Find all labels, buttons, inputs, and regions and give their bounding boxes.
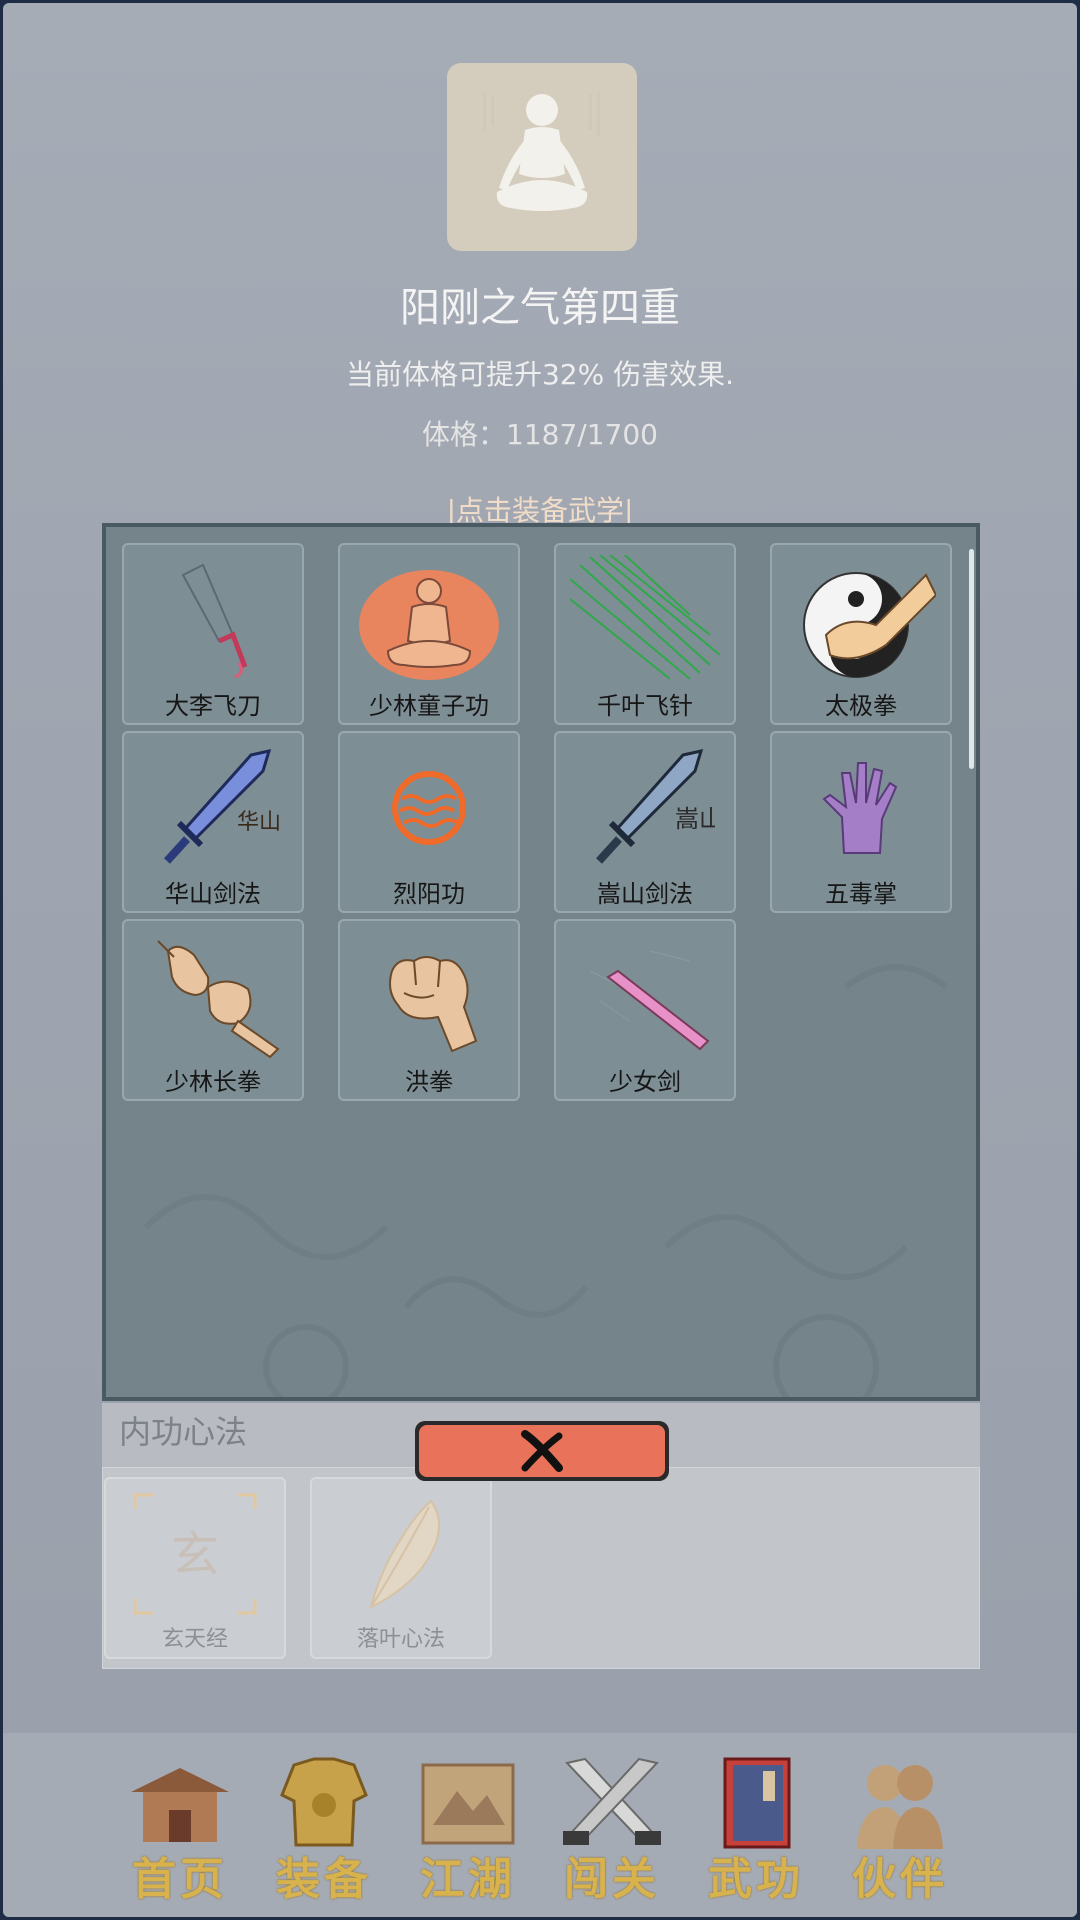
skill-card[interactable]: 烈阳功 (338, 731, 520, 913)
skill-card[interactable]: 千叶飞针 (554, 543, 736, 725)
nav-label: 江湖 (420, 1854, 516, 1905)
skill-card[interactable]: 华山 华山剑法 (122, 731, 304, 913)
skill-name: 少林童子功 (369, 692, 489, 720)
constitution-stat: 体格：1187/1700 (3, 413, 1077, 453)
inner-skill-card[interactable]: 落叶心法 (310, 1477, 492, 1659)
skill-card[interactable]: 大李飞刀 (122, 543, 304, 725)
meditation-portrait (447, 63, 637, 251)
inner-section-title: 内功心法 (119, 1413, 248, 1451)
taiji-fist-icon (803, 572, 936, 678)
skill-name: 嵩山剑法 (597, 880, 693, 908)
nav-label: 首页 (132, 1854, 228, 1905)
skill-name: 洪拳 (405, 1068, 453, 1096)
skill-name: 烈阳功 (393, 880, 465, 908)
nav-home[interactable]: 首页 (115, 1753, 245, 1905)
inner-skill-name: 落叶心法 (356, 1627, 445, 1652)
songshan-glyph: 嵩山 (675, 805, 715, 833)
nav-label: 闯关 (564, 1854, 660, 1905)
nav-companions[interactable]: 伙伴 (835, 1753, 965, 1905)
nav-challenge[interactable]: 闯关 (547, 1753, 677, 1905)
skill-card[interactable]: 洪拳 (338, 919, 520, 1101)
nav-equipment[interactable]: 装备 (259, 1753, 389, 1905)
nav-jianghu[interactable]: 江湖 (403, 1753, 533, 1905)
huashan-sword-icon: 华山 (164, 748, 281, 864)
skill-grid: 大李飞刀 少林童子功 千叶飞针 太极拳 华山 华山剑法 烈阳功 嵩 嵩山剑法 五… (122, 543, 952, 1101)
armor-icon (280, 1757, 368, 1847)
xuantian-scripture-icon: 玄 (133, 1493, 257, 1615)
songshan-sword-icon: 嵩山 (596, 748, 715, 864)
scrollbar[interactable] (969, 549, 974, 769)
skill-name: 千叶飞针 (597, 692, 693, 720)
meditation-icon (483, 92, 600, 211)
nav-martial-arts[interactable]: 武功 (691, 1753, 821, 1905)
inner-skill-card[interactable]: 玄 玄天经 (104, 1477, 286, 1659)
skill-card[interactable]: 少女剑 (554, 919, 736, 1101)
skill-card[interactable]: 少林童子功 (338, 543, 520, 725)
skill-title: 阳刚之气第四重 (400, 285, 680, 331)
skill-name: 少林长拳 (165, 1068, 261, 1096)
stat-label: 体格： (422, 418, 507, 451)
nav-label: 武功 (708, 1854, 804, 1905)
skill-description: 当前体格可提升32% 伤害效果. (345, 358, 735, 391)
close-x-icon (521, 1430, 563, 1472)
skill-grid-panel[interactable]: 大李飞刀 少林童子功 千叶飞针 太极拳 华山 华山剑法 烈阳功 嵩 嵩山剑法 五… (102, 523, 980, 1401)
huashan-glyph: 华山 (237, 810, 281, 835)
skill-card[interactable]: 太极拳 (770, 543, 952, 725)
poison-palm-icon (822, 762, 898, 854)
skill-name: 少女剑 (609, 1068, 681, 1096)
xuantian-glyph: 玄 (171, 1527, 219, 1583)
bottom-nav: 首页 装备 江湖 闯关 武功 伙伴 (3, 1733, 1077, 1917)
pink-sword-icon (589, 950, 710, 1051)
skill-name: 大李飞刀 (165, 692, 261, 720)
shaolin-fists-icon (157, 940, 280, 1059)
sun-orb-icon (392, 771, 466, 845)
scroll-map-icon (421, 1763, 515, 1845)
skill-name: 华山剑法 (165, 880, 261, 908)
skill-name: 太极拳 (825, 692, 897, 720)
flying-needles-icon (570, 555, 720, 680)
skill-card[interactable]: 嵩山 嵩山剑法 (554, 731, 736, 913)
skill-card[interactable]: 少林长拳 (122, 919, 304, 1101)
inner-skill-name: 玄天经 (161, 1627, 228, 1652)
skill-card[interactable]: 五毒掌 (770, 731, 952, 913)
martial-arts-screen: 阳刚之气第四重 当前体格可提升32% 伤害效果. 体格：1187/1700 |点… (3, 3, 1077, 1917)
temple-icon (131, 1768, 229, 1842)
meditating-monk-icon (359, 570, 499, 680)
nav-label: 装备 (276, 1854, 372, 1905)
crossed-swords-icon (563, 1757, 661, 1845)
skill-name: 五毒掌 (825, 880, 897, 908)
fist-icon (389, 956, 478, 1053)
martial-book-icon (723, 1757, 791, 1849)
flying-knife-icon (181, 563, 248, 679)
falling-leaf-icon (369, 1499, 440, 1609)
stat-value: 1187/1700 (506, 418, 658, 451)
companions-icon (857, 1765, 943, 1849)
close-button[interactable] (415, 1421, 669, 1481)
nav-label: 伙伴 (852, 1854, 948, 1905)
